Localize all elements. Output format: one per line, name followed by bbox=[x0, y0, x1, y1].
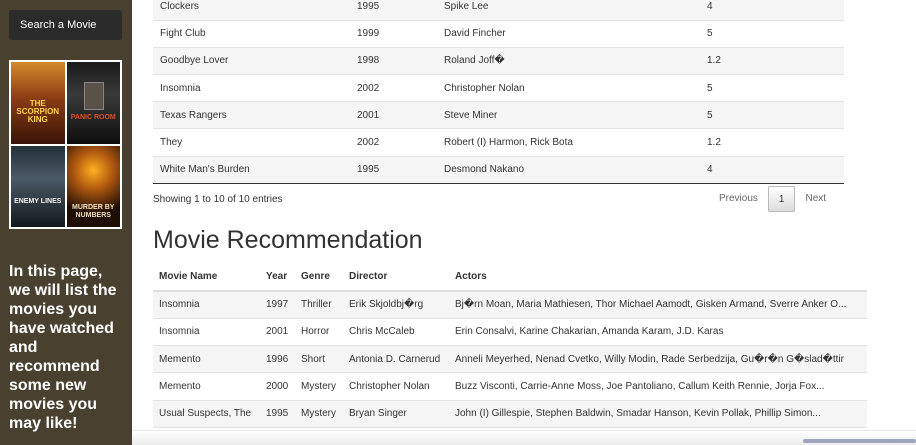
movie-title-cell: Goodbye Lover bbox=[153, 46, 350, 75]
year-cell: 2002 bbox=[350, 74, 437, 102]
year-cell: 1999 bbox=[350, 19, 437, 48]
movie-name-cell: Memento bbox=[153, 345, 260, 374]
table-row: Insomnia 2002 Christopher Nolan 5 bbox=[153, 74, 844, 102]
table-info: Showing 1 to 10 of 10 entries bbox=[153, 194, 283, 205]
year-cell: 2000 bbox=[260, 372, 295, 401]
sidebar: Search a Movie THE SCORPION KING PANIC R… bbox=[0, 0, 132, 445]
genre-cell: Thriller bbox=[295, 291, 343, 319]
table-row: Insomnia 1997 Thriller Erik Skjoldbj�rg … bbox=[153, 291, 867, 319]
table-row: Fight Club 1999 David Fincher 5 bbox=[153, 19, 844, 48]
genre-cell: Mystery bbox=[295, 400, 343, 428]
poster-image: PANIC ROOM bbox=[66, 62, 120, 144]
movie-title-cell: Clockers bbox=[153, 0, 350, 21]
movie-name-cell: Insomnia bbox=[153, 291, 260, 319]
poster-title: PANIC ROOM bbox=[70, 114, 116, 121]
year-cell: 1995 bbox=[350, 155, 437, 184]
movie-title-cell: White Man's Burden bbox=[153, 155, 350, 184]
poster-image: THE SCORPION KING bbox=[11, 62, 65, 144]
page-1-button[interactable]: 1 bbox=[767, 186, 796, 212]
genre-cell: Horror bbox=[295, 318, 343, 347]
director-cell: Steve Miner bbox=[437, 101, 700, 129]
column-header-actors[interactable]: Actors bbox=[449, 262, 867, 292]
year-cell: 2002 bbox=[350, 128, 437, 157]
actors-cell: Anneli Meyerhed, Nenad Cvetko, Willy Mod… bbox=[449, 345, 867, 374]
movie-title-cell: They bbox=[153, 128, 350, 157]
table-row: White Man's Burden 1995 Desmond Nakano 4 bbox=[153, 155, 844, 184]
scrollbar-thumb[interactable] bbox=[803, 439, 916, 443]
rating-cell: 4 bbox=[700, 155, 844, 184]
column-header-genre[interactable]: Genre bbox=[295, 262, 343, 292]
director-cell: Bryan Singer bbox=[343, 400, 449, 428]
intro-text: In this page, we will list the movies yo… bbox=[9, 263, 117, 432]
main-content: Clockers 1995 Spike Lee 4 Fight Club 199… bbox=[153, 0, 916, 445]
poster-image: ENEMY LINES bbox=[11, 145, 65, 227]
pagination: Previous 1 Next bbox=[709, 186, 836, 212]
director-cell: Erik Skjoldbj�rg bbox=[343, 291, 449, 319]
recommendation-table: Movie Name Year Genre Director Actors In… bbox=[153, 262, 867, 428]
table-row: Texas Rangers 2001 Steve Miner 5 bbox=[153, 101, 844, 129]
director-cell: Roland Joff� bbox=[437, 46, 700, 75]
table-row: Goodbye Lover 1998 Roland Joff� 1.2 bbox=[153, 46, 844, 75]
rating-cell: 5 bbox=[700, 19, 844, 48]
poster-title: THE SCORPION KING bbox=[16, 99, 60, 124]
table-row: They 2002 Robert (I) Harmon, Rick Bota 1… bbox=[153, 128, 844, 157]
genre-cell: Mystery bbox=[295, 372, 343, 401]
year-cell: 1995 bbox=[260, 400, 295, 428]
movie-title-cell: Texas Rangers bbox=[153, 101, 350, 129]
table-row: Usual Suspects, The 1995 Mystery Bryan S… bbox=[153, 400, 867, 428]
actors-cell: Erin Consalvi, Karine Chakarian, Amanda … bbox=[449, 318, 867, 347]
poster-title: MURDER BY NUMBERS bbox=[72, 203, 115, 219]
actors-cell: Buzz Visconti, Carrie-Anne Moss, Joe Pan… bbox=[449, 372, 867, 401]
table-row: Insomnia 2001 Horror Chris McCaleb Erin … bbox=[153, 318, 867, 347]
rating-cell: 4 bbox=[700, 0, 844, 21]
recommendation-heading: Movie Recommendation bbox=[153, 226, 423, 254]
director-cell: Christopher Nolan bbox=[343, 372, 449, 401]
column-header-movie-name[interactable]: Movie Name bbox=[153, 262, 260, 292]
year-cell: 2001 bbox=[260, 318, 295, 347]
director-cell: Spike Lee bbox=[437, 0, 700, 21]
director-cell: Desmond Nakano bbox=[437, 155, 700, 184]
movie-title-cell: Insomnia bbox=[153, 74, 350, 102]
watched-movies-table: Clockers 1995 Spike Lee 4 Fight Club 199… bbox=[153, 0, 844, 184]
column-header-director[interactable]: Director bbox=[343, 262, 449, 292]
poster-title: ENEMY LINES bbox=[14, 197, 62, 205]
year-cell: 1996 bbox=[260, 345, 295, 374]
director-cell: Christopher Nolan bbox=[437, 74, 700, 102]
actors-cell: John (I) Gillespie, Stephen Baldwin, Sma… bbox=[449, 400, 867, 428]
column-header-year[interactable]: Year bbox=[260, 262, 295, 292]
rating-cell: 5 bbox=[700, 101, 844, 129]
table-row: Clockers 1995 Spike Lee 4 bbox=[153, 0, 844, 21]
genre-cell: Short bbox=[295, 345, 343, 374]
movie-name-cell: Memento bbox=[153, 372, 260, 401]
rating-cell: 5 bbox=[700, 74, 844, 102]
table-row: Memento 2000 Mystery Christopher Nolan B… bbox=[153, 372, 867, 401]
poster-collage: THE SCORPION KING PANIC ROOM ENEMY LINES… bbox=[9, 60, 122, 229]
movie-name-cell: Insomnia bbox=[153, 318, 260, 347]
director-cell: David Fincher bbox=[437, 19, 700, 48]
table-row: Memento 1996 Short Antonia D. Carnerud A… bbox=[153, 345, 867, 374]
horizontal-scrollbar[interactable] bbox=[132, 430, 916, 445]
rating-cell: 1.2 bbox=[700, 128, 844, 157]
director-cell: Antonia D. Carnerud bbox=[343, 345, 449, 374]
next-page-button[interactable]: Next bbox=[795, 186, 836, 212]
search-movie-button[interactable]: Search a Movie bbox=[9, 10, 122, 40]
year-cell: 1997 bbox=[260, 291, 295, 319]
actors-cell: Bj�rn Moan, Maria Mathiesen, Thor Michae… bbox=[449, 291, 867, 319]
director-cell: Robert (I) Harmon, Rick Bota bbox=[437, 128, 700, 157]
year-cell: 1998 bbox=[350, 46, 437, 75]
year-cell: 1995 bbox=[350, 0, 437, 21]
director-cell: Chris McCaleb bbox=[343, 318, 449, 347]
table-header-row: Movie Name Year Genre Director Actors bbox=[153, 262, 867, 292]
rating-cell: 1.2 bbox=[700, 46, 844, 75]
year-cell: 2001 bbox=[350, 101, 437, 129]
movie-name-cell: Usual Suspects, The bbox=[153, 400, 260, 428]
poster-image: MURDER BY NUMBERS bbox=[66, 145, 120, 227]
movie-title-cell: Fight Club bbox=[153, 19, 350, 48]
previous-page-button[interactable]: Previous bbox=[709, 186, 768, 212]
poster-door-graphic bbox=[83, 82, 104, 110]
